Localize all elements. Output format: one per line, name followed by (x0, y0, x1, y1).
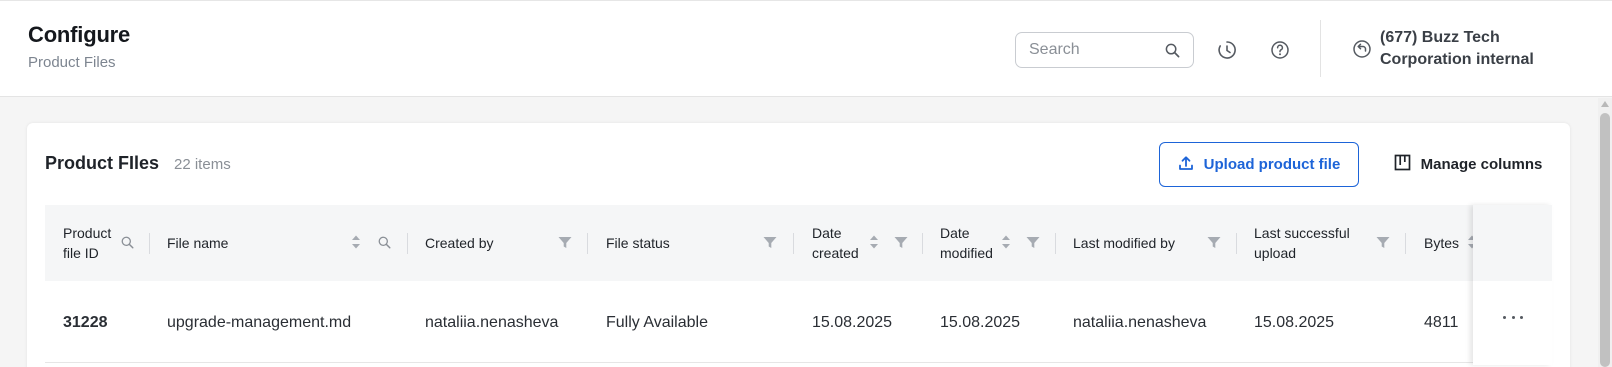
table-row[interactable]: 31228 upgrade-management.md nataliia.nen… (45, 282, 1552, 363)
column-header-last-modified-by[interactable]: Last modified by (1073, 205, 1175, 281)
filter-icon[interactable] (1025, 234, 1041, 250)
column-header-bytes[interactable]: Bytes (1424, 205, 1459, 281)
upload-button-label: Upload product file (1203, 156, 1341, 173)
search-icon[interactable] (119, 234, 135, 250)
column-header-date-created[interactable]: Date created (812, 205, 859, 281)
organization-name[interactable]: (677) Buzz Tech Corporation internal (1380, 27, 1550, 71)
column-label: created (812, 245, 859, 261)
column-header-file-name[interactable]: File name (167, 205, 228, 281)
item-count: 22 items (174, 156, 231, 173)
column-label: Product (63, 225, 112, 241)
cell-last-modified-by: nataliia.nenasheva (1073, 313, 1207, 331)
manage-columns-label: Manage columns (1420, 156, 1543, 173)
table-header: Product file ID File name Created by File… (45, 205, 1552, 281)
column-divider[interactable] (922, 233, 923, 254)
filter-icon[interactable] (762, 234, 778, 250)
column-divider[interactable] (149, 233, 150, 254)
column-divider[interactable] (1405, 233, 1406, 254)
search-icon[interactable] (376, 234, 392, 250)
column-label: File status (606, 235, 670, 251)
column-label: file ID (63, 245, 99, 261)
sort-icon[interactable] (998, 234, 1014, 250)
columns-icon (1394, 154, 1411, 175)
column-divider[interactable] (1055, 233, 1056, 254)
header-divider (1320, 20, 1321, 77)
cell-last-successful-upload: 15.08.2025 (1254, 313, 1335, 331)
column-divider[interactable] (793, 233, 794, 254)
page-title: Configure (28, 22, 131, 47)
upload-icon (1178, 155, 1194, 175)
column-header-date-modified[interactable]: Date modified (940, 205, 993, 281)
card-title: Product FIles (45, 153, 160, 173)
manage-columns-button[interactable]: Manage columns (1378, 142, 1558, 187)
column-header-created-by[interactable]: Created by (425, 205, 493, 281)
column-label: Created by (425, 235, 494, 251)
column-label: Bytes (1424, 235, 1460, 251)
column-header-product-file-id[interactable]: Product file ID (63, 205, 111, 281)
upload-product-file-button[interactable]: Upload product file (1159, 142, 1359, 187)
scroll-up-arrow[interactable] (1601, 101, 1609, 107)
column-label: File name (167, 235, 229, 251)
column-header-file-status[interactable]: File status (606, 205, 670, 281)
scrollbar-thumb[interactable] (1600, 113, 1610, 367)
column-divider[interactable] (587, 233, 588, 254)
filter-icon[interactable] (557, 234, 573, 250)
filter-icon[interactable] (1206, 234, 1222, 250)
column-label: modified (940, 245, 993, 261)
filter-icon[interactable] (893, 234, 909, 250)
cell-date-created: 15.08.2025 (812, 313, 893, 331)
search-input[interactable] (1016, 33, 1166, 67)
filter-icon[interactable] (1375, 234, 1391, 250)
help-icon[interactable] (1268, 38, 1292, 62)
column-label: upload (1254, 245, 1297, 261)
actions-column-header (1473, 205, 1552, 281)
column-divider[interactable] (1236, 233, 1237, 254)
column-label: Date (940, 225, 970, 241)
column-label: Last modified by (1073, 235, 1175, 251)
cell-product-file-id[interactable]: 31228 (63, 282, 108, 363)
page-subtitle: Product Files (28, 54, 116, 71)
column-divider[interactable] (407, 233, 408, 254)
history-icon[interactable] (1215, 38, 1239, 62)
cell-created-by: nataliia.nenasheva (425, 313, 559, 331)
cell-file-status: Fully Available (606, 313, 708, 331)
cell-bytes: 4811 (1424, 313, 1459, 331)
column-label: Date (812, 225, 842, 241)
sort-icon[interactable] (866, 234, 882, 250)
more-actions-icon[interactable] (1503, 314, 1523, 320)
cell-file-name[interactable]: upgrade-management.md (167, 282, 351, 363)
switch-org-icon[interactable] (1352, 39, 1372, 64)
column-header-last-successful-upload[interactable]: Last successful upload (1254, 205, 1350, 281)
sort-icon[interactable] (348, 234, 364, 250)
column-label: Last successful (1254, 225, 1350, 241)
actions-column (1473, 205, 1552, 365)
cell-date-modified: 15.08.2025 (940, 313, 1021, 331)
top-bar: Configure Product Files (677) Buzz Tech … (0, 0, 1612, 97)
search-icon[interactable] (1165, 43, 1180, 63)
global-search (1015, 32, 1194, 68)
